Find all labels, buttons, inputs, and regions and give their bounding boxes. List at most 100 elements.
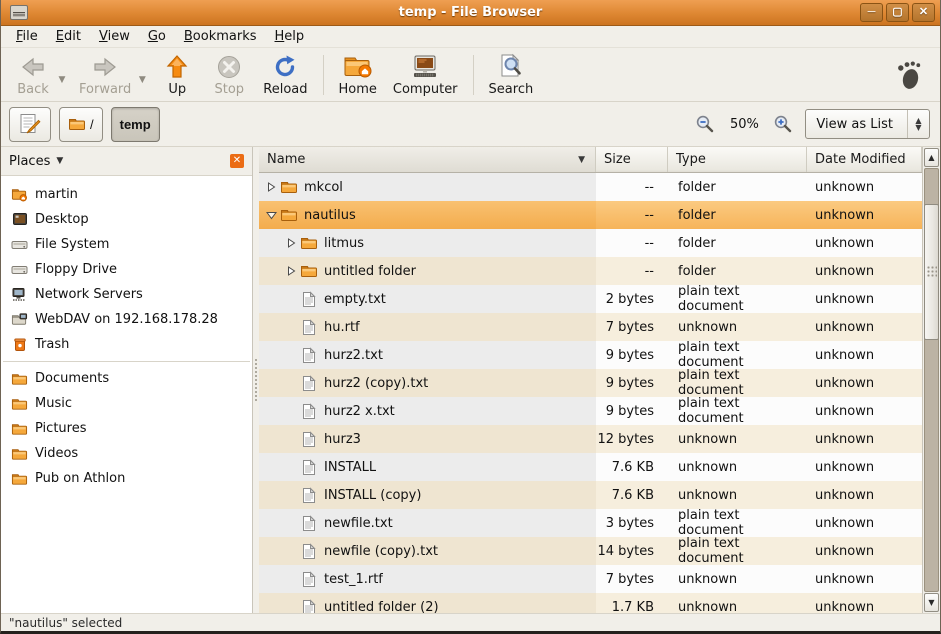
search-button[interactable]: Search [481, 51, 542, 99]
scroll-down-button[interactable]: ▼ [924, 593, 939, 612]
expander-collapsed-icon[interactable] [283, 266, 299, 276]
file-row-nautilus[interactable]: nautilus--folderunknown [259, 201, 922, 229]
name-cell: hu.rtf [259, 313, 596, 341]
view-mode-label: View as List [806, 117, 907, 132]
expander-collapsed-icon[interactable] [283, 238, 299, 248]
file-row-install[interactable]: INSTALL7.6 KBunknownunknown [259, 453, 922, 481]
file-row-hurz2-x-txt[interactable]: hurz2 x.txt9 bytesplain text documentunk… [259, 397, 922, 425]
sidebar-item-floppy-drive[interactable]: Floppy Drive [1, 257, 252, 282]
menu-view[interactable]: View [90, 27, 139, 46]
date-modified-cell: unknown [807, 201, 922, 229]
menu-edit[interactable]: Edit [47, 27, 90, 46]
size-cell: -- [596, 229, 668, 257]
close-sidebar-button[interactable]: ✕ [230, 154, 244, 168]
size-cell: 7.6 KB [596, 453, 668, 481]
sidebar-item-webdav-on-192-168-178-28[interactable]: WebDAV on 192.168.178.28 [1, 307, 252, 332]
sidebar-item-desktop[interactable]: Desktop [1, 207, 252, 232]
sidebar-item-trash[interactable]: Trash [1, 332, 252, 357]
path-root-button[interactable]: / [59, 107, 103, 142]
menu-bookmarks[interactable]: Bookmarks [175, 27, 266, 46]
view-mode-select[interactable]: View as List ▲▼ [805, 109, 930, 139]
menu-go[interactable]: Go [139, 27, 175, 46]
file-row-mkcol[interactable]: mkcol--folderunknown [259, 173, 922, 201]
forward-history-dropdown[interactable]: ▼ [135, 75, 149, 85]
file-row-litmus[interactable]: litmus--folderunknown [259, 229, 922, 257]
sidebar-item-pictures[interactable]: Pictures [1, 416, 252, 441]
reload-button[interactable]: Reload [255, 51, 315, 99]
folder-icon [299, 236, 319, 250]
sidebar-item-pub-on-athlon[interactable]: Pub on Athlon [1, 466, 252, 491]
scrollbar-thumb[interactable] [924, 204, 939, 340]
scroll-up-button[interactable]: ▲ [924, 148, 939, 167]
close-button[interactable]: ✕ [912, 3, 935, 22]
menu-help[interactable]: Help [266, 27, 314, 46]
file-row-hurz2-txt[interactable]: hurz2.txt9 bytesplain text documentunkno… [259, 341, 922, 369]
minimize-button[interactable]: ─ [860, 3, 883, 22]
file-row-test-1-rtf[interactable]: test_1.rtf7 bytesunknownunknown [259, 565, 922, 593]
title-bar[interactable]: temp - File Browser ─▢✕ [1, 0, 940, 26]
sidebar-item-network-servers[interactable]: Network Servers [1, 282, 252, 307]
file-row-newfile-txt[interactable]: newfile.txt3 bytesplain text documentunk… [259, 509, 922, 537]
file-row-untitled-folder[interactable]: untitled folder--folderunknown [259, 257, 922, 285]
menu-bar: FileEditViewGoBookmarksHelp [1, 26, 940, 48]
column-header-date-modified[interactable]: Date Modified [807, 147, 922, 172]
sidebar-item-documents[interactable]: Documents [1, 366, 252, 391]
type-cell: unknown [668, 425, 807, 453]
expander-expanded-icon[interactable] [263, 210, 279, 220]
size-cell: -- [596, 201, 668, 229]
forward-icon [92, 54, 118, 80]
file-row-install-copy-[interactable]: INSTALL (copy)7.6 KBunknownunknown [259, 481, 922, 509]
sidebar-item-music[interactable]: Music [1, 391, 252, 416]
back-history-dropdown[interactable]: ▼ [55, 75, 69, 85]
date-modified-cell: unknown [807, 509, 922, 537]
search-icon [498, 54, 524, 80]
home-button[interactable]: Home [331, 51, 385, 99]
file-list-pane: Name▼Size Type Date Modified mkcol--folder… [259, 147, 940, 613]
type-cell: unknown [668, 565, 807, 593]
file-row-hurz2-copy-txt[interactable]: hurz2 (copy).txt9 bytesplain text docume… [259, 369, 922, 397]
file-row-hurz3[interactable]: hurz312 bytesunknownunknown [259, 425, 922, 453]
file-name: newfile (copy).txt [324, 544, 438, 559]
column-header-type[interactable]: Type [668, 147, 807, 172]
places-sidebar: Places ▼ ✕ martin Desktop File System Fl… [1, 147, 253, 613]
size-cell: 7 bytes [596, 565, 668, 593]
date-modified-cell: unknown [807, 397, 922, 425]
name-cell: untitled folder [259, 257, 596, 285]
sidebar-item-videos[interactable]: Videos [1, 441, 252, 466]
trash-icon [11, 337, 28, 352]
computer-button[interactable]: Computer [385, 51, 466, 99]
vertical-scrollbar[interactable]: ▲ ▼ [922, 147, 940, 613]
zoom-out-button[interactable] [693, 110, 717, 138]
maximize-button[interactable]: ▢ [886, 3, 909, 22]
text-file-icon [299, 571, 319, 588]
file-row-empty-txt[interactable]: empty.txt2 bytesplain text documentunkno… [259, 285, 922, 313]
column-label: Type [676, 152, 706, 167]
sidebar-item-martin[interactable]: martin [1, 182, 252, 207]
column-header-name[interactable]: Name▼ [259, 147, 596, 172]
zoom-in-button[interactable] [771, 110, 795, 138]
up-button[interactable]: Up [151, 51, 203, 99]
view-mode-spinner-icon[interactable]: ▲▼ [907, 110, 929, 138]
file-row-newfile-copy-txt[interactable]: newfile (copy).txt14 bytesplain text doc… [259, 537, 922, 565]
text-file-icon [299, 319, 319, 336]
menu-file[interactable]: File [7, 27, 47, 46]
type-cell: plain text document [668, 341, 807, 369]
reload-icon [272, 54, 298, 80]
size-cell: 14 bytes [596, 537, 668, 565]
places-selector[interactable]: Places [9, 154, 50, 169]
edit-location-button[interactable] [9, 107, 51, 142]
expander-collapsed-icon[interactable] [263, 182, 279, 192]
pane-resize-handle[interactable] [253, 147, 259, 613]
date-modified-cell: unknown [807, 537, 922, 565]
file-row-hu-rtf[interactable]: hu.rtf7 bytesunknownunknown [259, 313, 922, 341]
column-header-size[interactable]: Size [596, 147, 668, 172]
type-cell: plain text document [668, 397, 807, 425]
column-label: Date Modified [815, 152, 906, 167]
path-current-button[interactable]: temp [111, 107, 160, 142]
sidebar-item-file-system[interactable]: File System [1, 232, 252, 257]
file-row-untitled-folder-2-[interactable]: untitled folder (2)1.7 KBunknownunknown [259, 593, 922, 613]
name-cell: newfile (copy).txt [259, 537, 596, 565]
name-cell: hurz3 [259, 425, 596, 453]
folder-icon [279, 180, 299, 194]
file-name: hurz2.txt [324, 348, 383, 363]
